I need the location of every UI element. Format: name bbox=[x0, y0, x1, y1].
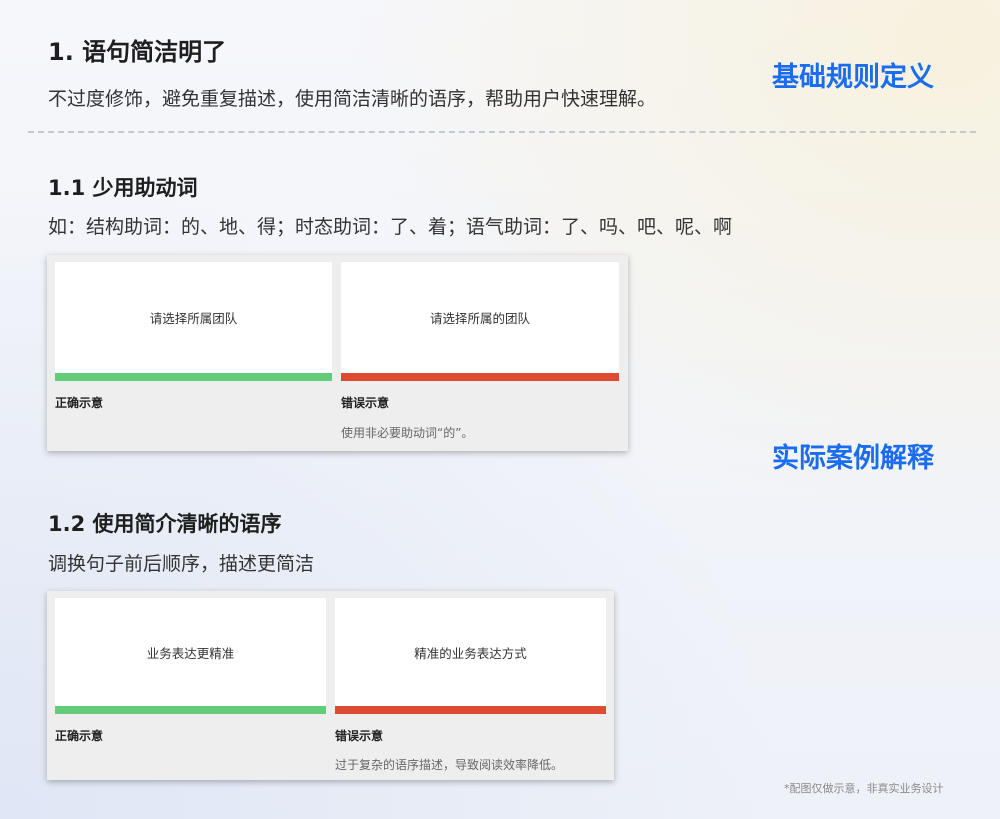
wrong-example-panel: 精准的业务表达方式 bbox=[335, 598, 606, 706]
correct-label: 正确示意 bbox=[55, 394, 103, 411]
example-card-1-2: 业务表达更精准 正确示意 精准的业务表达方式 错误示意 过于复杂的语序描述，导致… bbox=[47, 591, 614, 780]
case-explanation-tag: 实际案例解释 bbox=[772, 436, 934, 475]
correct-example-text: 请选择所属团队 bbox=[150, 308, 238, 327]
wrong-indicator-bar bbox=[335, 706, 606, 714]
example-card-1-1: 请选择所属团队 正确示意 请选择所属的团队 错误示意 使用非必要助动词“的”。 bbox=[47, 255, 628, 451]
subsection-title-1-2: 1.2 使用简介清晰的语序 bbox=[48, 508, 282, 538]
footnote: *配图仅做示意，非真实业务设计 bbox=[784, 780, 944, 796]
section-description: 不过度修饰，避免重复描述，使用简洁清晰的语序，帮助用户快速理解。 bbox=[48, 84, 656, 111]
section-title: 1. 语句简洁明了 bbox=[48, 32, 226, 67]
correct-indicator-bar bbox=[55, 373, 332, 381]
wrong-label: 错误示意 bbox=[335, 727, 383, 744]
wrong-note: 使用非必要助动词“的”。 bbox=[341, 424, 473, 441]
wrong-note: 过于复杂的语序描述，导致阅读效率降低。 bbox=[335, 756, 563, 773]
wrong-example-panel: 请选择所属的团队 bbox=[341, 262, 619, 373]
dashed-divider bbox=[28, 131, 976, 133]
wrong-indicator-bar bbox=[341, 373, 619, 381]
basic-rule-tag: 基础规则定义 bbox=[772, 55, 934, 94]
subsection-description-1-2: 调换句子前后顺序，描述更简洁 bbox=[48, 549, 314, 576]
wrong-label: 错误示意 bbox=[341, 394, 389, 411]
subsection-description-1-1: 如：结构助词：的、地、得；时态助词：了、着；语气助词：了、吗、吧、呢、啊 bbox=[48, 212, 732, 239]
correct-example-panel: 业务表达更精准 bbox=[55, 598, 326, 706]
correct-label: 正确示意 bbox=[55, 727, 103, 744]
correct-example-panel: 请选择所属团队 bbox=[55, 262, 332, 373]
correct-example-text: 业务表达更精准 bbox=[147, 643, 235, 662]
wrong-example-text: 精准的业务表达方式 bbox=[414, 643, 527, 662]
wrong-example-text: 请选择所属的团队 bbox=[430, 308, 530, 327]
subsection-title-1-1: 1.1 少用助动词 bbox=[48, 172, 198, 202]
correct-indicator-bar bbox=[55, 706, 326, 714]
